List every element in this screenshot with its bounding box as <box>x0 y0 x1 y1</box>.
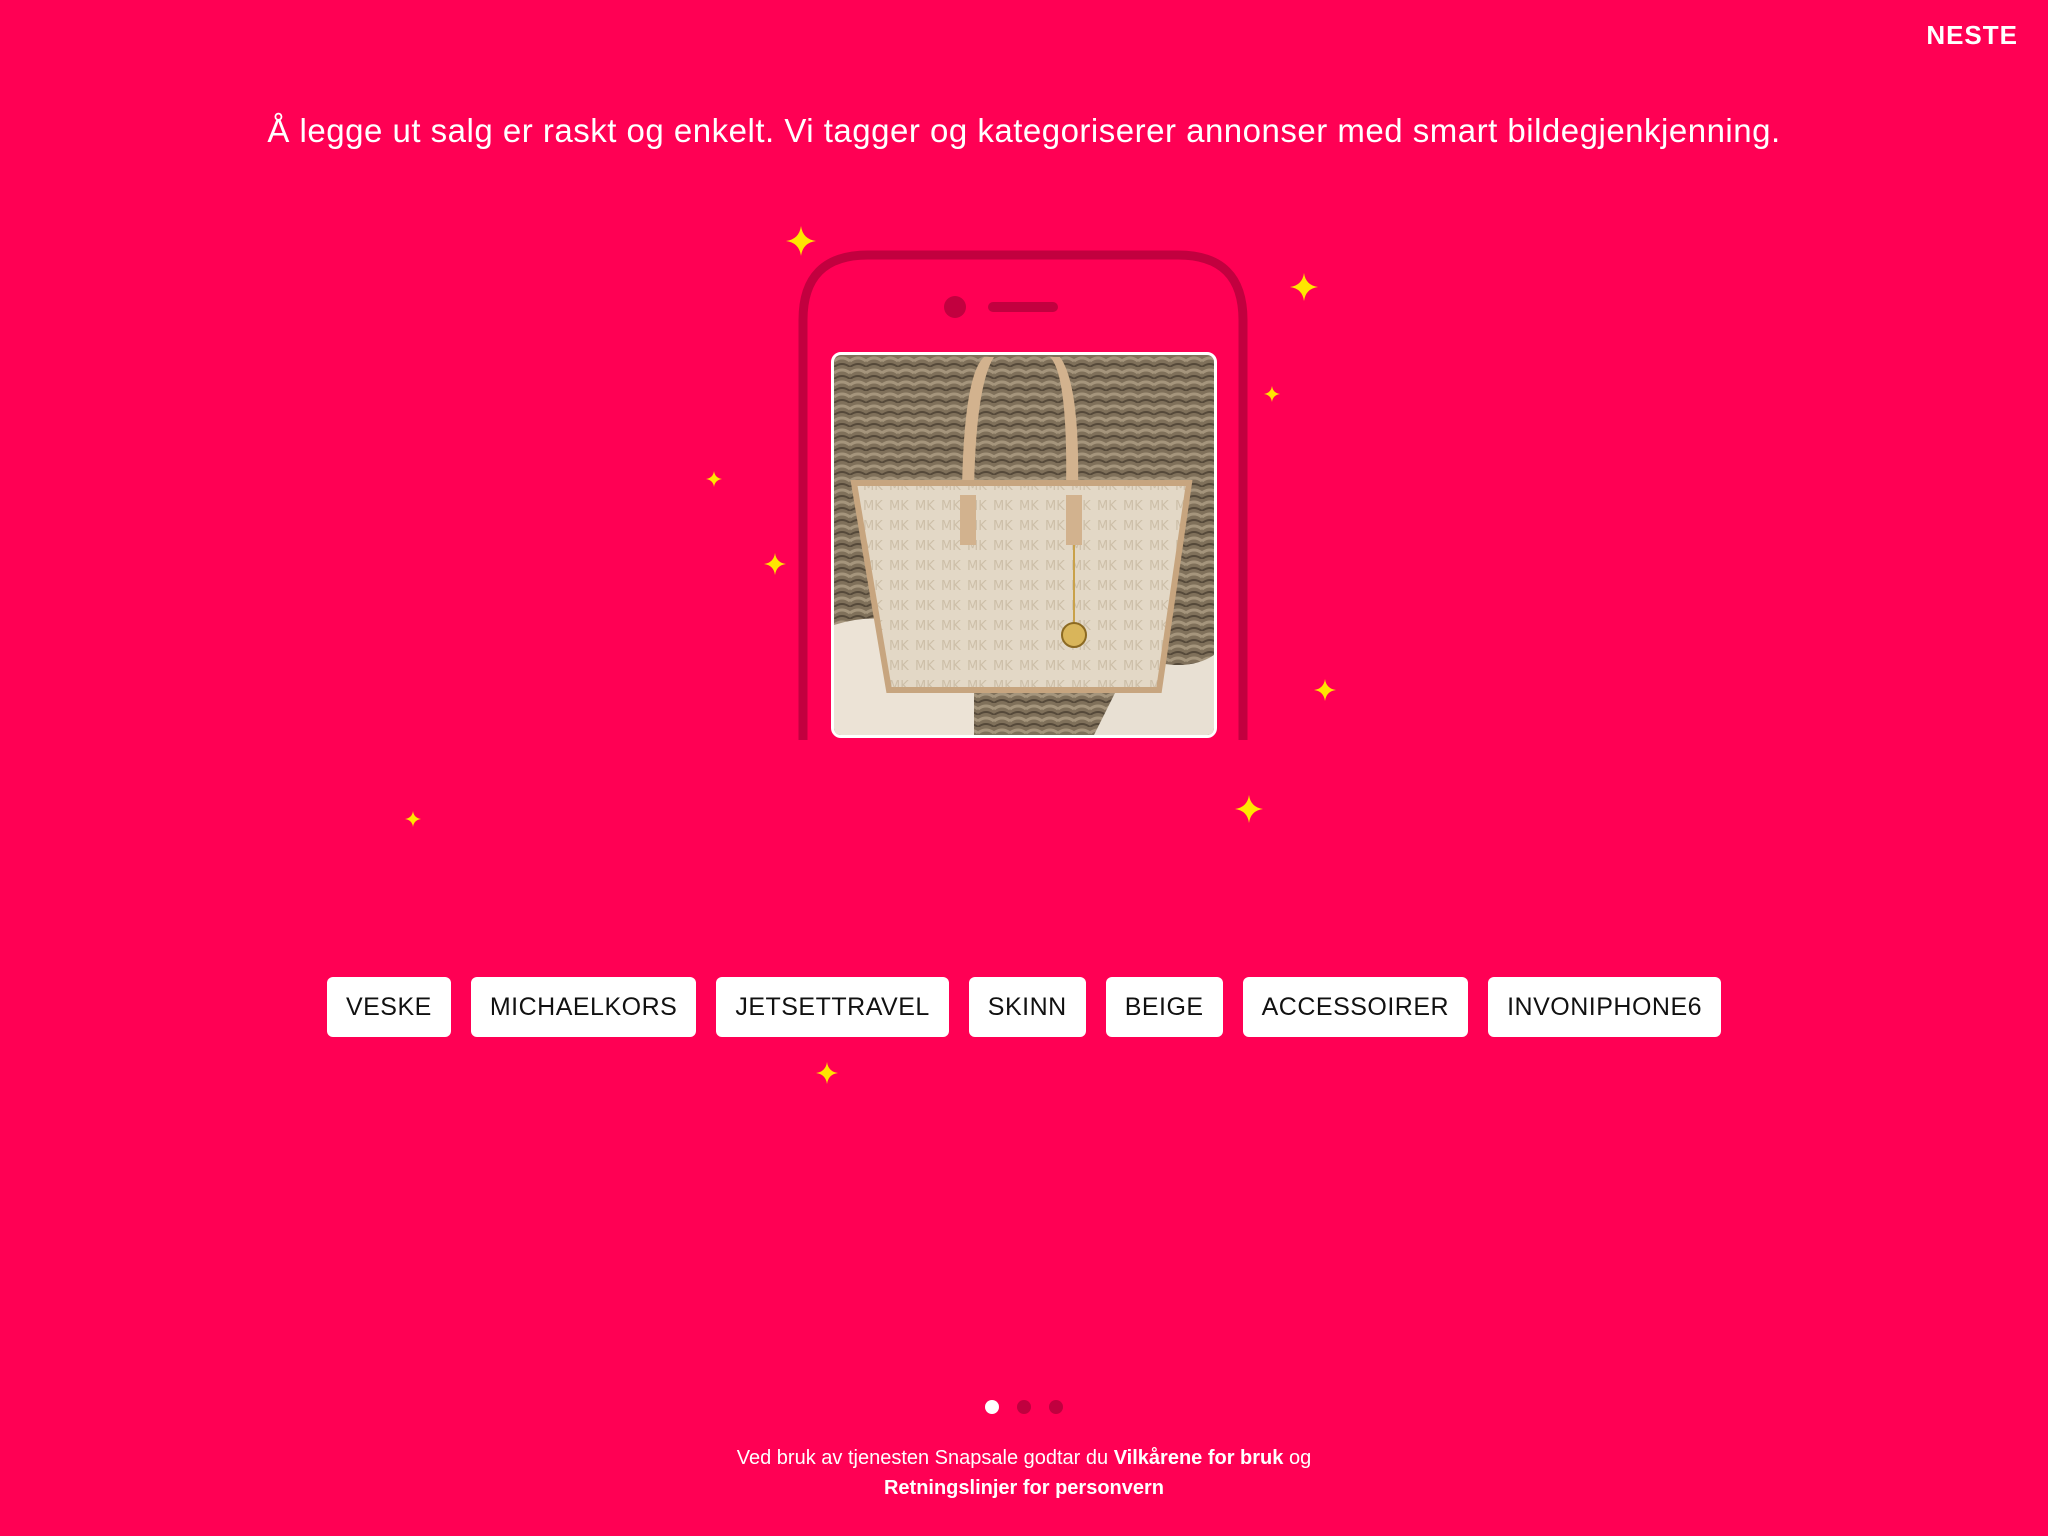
page-dot[interactable] <box>1017 1400 1031 1414</box>
footer-text: og <box>1283 1447 1312 1469</box>
tag-chip[interactable]: BEIGE <box>1105 977 1223 1037</box>
terms-footer: Ved bruk av tjenesten Snapsale godtar du… <box>724 1443 1324 1503</box>
next-button[interactable]: NESTE <box>1926 20 2018 51</box>
sparkle-icon <box>706 471 722 487</box>
handbag-photo: MK <box>831 352 1217 738</box>
intro-headline: Å legge ut salg er raskt og enkelt. Vi t… <box>267 112 1781 149</box>
page-dot-active[interactable] <box>985 1400 999 1414</box>
sparkle-icon <box>786 226 816 256</box>
tag-list: VESKE MICHAELKORS JETSETTRAVEL SKINN BEI… <box>0 977 2048 1037</box>
tag-chip[interactable]: INVONIPHONE6 <box>1488 977 1722 1037</box>
terms-link[interactable]: Vilkårene for bruk <box>1114 1447 1284 1469</box>
tag-chip[interactable]: SKINN <box>968 977 1086 1037</box>
sparkle-icon <box>764 553 786 575</box>
page-indicator <box>0 1400 2048 1414</box>
page-dot[interactable] <box>1049 1400 1063 1414</box>
footer-text: Ved bruk av tjenesten Snapsale godtar du <box>736 1447 1114 1469</box>
tag-chip[interactable]: MICHAELKORS <box>470 977 697 1037</box>
privacy-link[interactable]: Retningslinjer for personvern <box>884 1477 1164 1499</box>
tag-chip[interactable]: VESKE <box>326 977 451 1037</box>
sparkle-icon <box>405 811 421 827</box>
sparkle-icon <box>1264 386 1280 402</box>
sparkle-icon <box>1290 273 1318 301</box>
sparkle-icon <box>816 1062 838 1084</box>
sparkle-icon <box>1235 795 1263 823</box>
tag-chip[interactable]: JETSETTRAVEL <box>716 977 949 1037</box>
tag-chip[interactable]: ACCESSOIRER <box>1242 977 1469 1037</box>
sparkle-icon <box>1314 679 1336 701</box>
